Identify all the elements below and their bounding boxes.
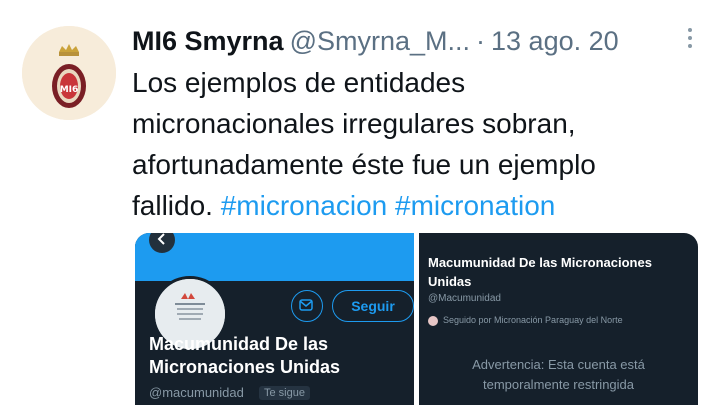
followed-by-label: Seguido por Micronación Paraguay del Nor… <box>443 315 623 325</box>
profile-banner <box>135 233 414 281</box>
tweet-text-line: Los ejemplos de entidades <box>132 67 466 98</box>
follows-you-badge: Te sigue <box>259 386 310 400</box>
tweet-date[interactable]: 13 ago. 20 <box>491 26 619 56</box>
author-handle[interactable]: @Smyrna_M... <box>290 26 470 56</box>
more-options-icon[interactable] <box>688 28 694 54</box>
warning-line: Advertencia: Esta cuenta está <box>472 357 645 372</box>
author-name[interactable]: MI6 Smyrna <box>132 26 284 56</box>
separator-dot: · <box>476 26 486 56</box>
tweet-text-line: fallido. <box>132 190 213 221</box>
author-avatar[interactable]: MI6 <box>22 26 116 120</box>
follower-avatar-icon <box>428 315 438 326</box>
profile-display-name: Macumunidad De las Micronaciones Unidas <box>428 255 652 289</box>
tweet-text-line: micronacionales irregulares sobran, <box>132 108 576 139</box>
media-image-left[interactable]: Seguir Macumunidad De las Micronaciones … <box>135 233 414 405</box>
account-restricted-warning: Advertencia: Esta cuenta está temporalme… <box>419 355 698 395</box>
svg-text:MI6: MI6 <box>60 85 79 95</box>
warning-line: temporalmente restringida <box>482 377 635 392</box>
media-image-right[interactable]: Macumunidad De las Micronaciones Unidas … <box>419 233 698 405</box>
tweet-text-line: afortunadamente éste fue un ejemplo <box>132 149 596 180</box>
tweet-header: MI6 Smyrna @Smyrna_M... · 13 ago. 20 <box>132 22 702 60</box>
profile-handle: @macumunidad <box>149 385 244 400</box>
message-mail-icon <box>291 290 323 322</box>
tweet-text: Los ejemplos de entidades micronacionale… <box>132 62 702 226</box>
follow-button: Seguir <box>332 290 414 322</box>
hashtag-link[interactable]: #micronation <box>395 190 555 221</box>
profile-display-name: Macumunidad De las Micronaciones Unidas <box>149 334 341 377</box>
mi6-crest-icon: MI6 <box>22 26 116 120</box>
hashtag-link[interactable]: #micronacion <box>221 190 388 221</box>
followed-by-text: Seguido por Micronación Paraguay del Nor… <box>428 315 623 326</box>
profile-handle: @Macumunidad <box>428 293 501 304</box>
tweet-text-last-line: fallido. #micronacion #micronation <box>132 185 702 226</box>
